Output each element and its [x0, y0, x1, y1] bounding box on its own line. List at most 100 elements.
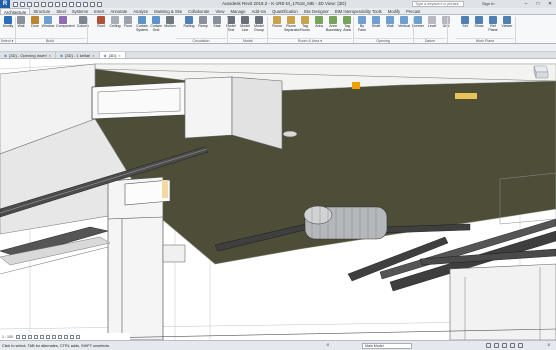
view-scale[interactable]: 1 : 100 — [2, 335, 13, 339]
ribbon-group-label[interactable]: Room & Area ▾ — [268, 38, 352, 43]
tool-tag-area[interactable]: Tag Area — [340, 16, 354, 32]
sign-in-button[interactable]: Sign In — [482, 1, 494, 6]
document-tab[interactable]: ◈ {3D} - Opening Insert × — [0, 52, 56, 58]
tool-railing[interactable]: Railing — [182, 16, 196, 28]
lock-view-icon[interactable] — [58, 334, 62, 339]
select-links-icon[interactable] — [486, 343, 491, 348]
tool-roof[interactable]: Roof — [94, 16, 108, 28]
tab-bim-interoperability-tools[interactable]: BIM Interoperability Tools — [332, 8, 385, 14]
tool-wall[interactable]: Wall — [14, 16, 28, 28]
close-tab-icon[interactable]: × — [92, 52, 94, 59]
tab-quantification[interactable]: Quantification — [269, 8, 301, 14]
tool-stair[interactable]: Stair — [210, 16, 224, 28]
drag-elements-icon[interactable] — [518, 343, 523, 348]
select-underlay-icon[interactable] — [494, 343, 499, 348]
render-icon[interactable] — [40, 334, 44, 339]
ribbon-group-label[interactable]: Select ▾ — [0, 38, 14, 43]
tab-insert[interactable]: Insert — [91, 8, 107, 14]
worksharing-display-icon[interactable] — [76, 334, 80, 339]
duct-opening[interactable] — [91, 81, 186, 120]
tool-vertical[interactable]: Vertical — [397, 16, 411, 28]
tool-by-face[interactable]: By Face — [355, 16, 369, 32]
tool-room-separator[interactable]: Room Separator — [284, 16, 300, 32]
tool-tag-room[interactable]: Tag Room — [298, 16, 312, 32]
tool-component[interactable]: Component — [56, 16, 75, 28]
measure-icon[interactable] — [55, 1, 60, 7]
close-tab-icon[interactable]: × — [49, 52, 51, 59]
close-button[interactable]: ✕ — [544, 0, 556, 8]
tool-mullion[interactable]: Mullion — [163, 16, 177, 28]
sun-path-icon[interactable] — [28, 334, 32, 339]
show-crop-icon[interactable] — [52, 334, 56, 339]
tab-massing-site[interactable]: Massing & Site — [151, 8, 185, 14]
tab-manage[interactable]: Manage — [227, 8, 248, 14]
tool-room[interactable]: Room — [270, 16, 284, 28]
tool-model-line[interactable]: Model Line — [238, 16, 252, 32]
document-tab[interactable]: ◈ {3D} × — [99, 52, 126, 59]
tab-site-designer[interactable]: Site Designer — [301, 8, 332, 14]
save-icon[interactable] — [20, 1, 25, 7]
tool-ceiling[interactable]: Ceiling — [108, 16, 122, 28]
3d-model-view[interactable] — [0, 59, 556, 340]
central-beam[interactable] — [184, 76, 233, 139]
tool-area[interactable]: Area — [312, 16, 326, 28]
section-icon[interactable] — [83, 1, 88, 7]
crop-view-icon[interactable] — [46, 334, 50, 339]
tool-model-group[interactable]: Model Group — [252, 16, 266, 32]
search-input[interactable]: Type a keyword or phrase — [412, 1, 464, 7]
select-pinned-icon[interactable] — [502, 343, 507, 348]
tab-annotate[interactable]: Annotate — [107, 8, 130, 14]
tool-grid[interactable]: Grid — [439, 16, 453, 28]
tab-structure[interactable]: Structure — [30, 8, 53, 14]
tool-viewer[interactable]: Viewer — [500, 16, 514, 28]
design-option-select[interactable]: Main Model — [362, 343, 412, 349]
undo-icon[interactable] — [34, 1, 39, 7]
tool-area-boundary[interactable]: Area Boundary — [326, 16, 341, 32]
tool-door[interactable]: Door — [28, 16, 42, 28]
tab-view[interactable]: View — [212, 8, 227, 14]
thin-lines-icon[interactable] — [90, 1, 95, 7]
tab-architecture[interactable]: Architecture — [0, 8, 31, 15]
silencer-unit[interactable] — [303, 205, 388, 240]
tool-floor[interactable]: Floor — [121, 16, 135, 28]
shadows-icon[interactable] — [34, 334, 38, 339]
minimize-button[interactable]: – — [520, 0, 532, 8]
tab-collaborate[interactable]: Collaborate — [185, 8, 212, 14]
tab-add-ins[interactable]: Add-Ins — [249, 8, 269, 14]
tool-level[interactable]: Level — [425, 16, 439, 28]
select-by-face-icon[interactable] — [510, 343, 515, 348]
close-hidden-icon[interactable] — [97, 1, 102, 7]
tool-modify[interactable]: Modify — [1, 16, 15, 28]
tool-curtain-system[interactable]: Curtain System — [135, 16, 149, 32]
filter-count[interactable]: :0 — [547, 343, 550, 347]
tool-wall[interactable]: Wall — [383, 16, 397, 28]
sync-icon[interactable] — [27, 1, 32, 7]
reveal-hidden-icon[interactable] — [70, 334, 74, 339]
viewcube[interactable] — [528, 62, 552, 80]
tool-show[interactable]: Show — [472, 16, 486, 28]
temporary-hide-icon[interactable] — [64, 334, 68, 339]
dimension-icon[interactable] — [62, 1, 67, 7]
3d-viewport[interactable] — [0, 59, 556, 340]
tool-shaft[interactable]: Shaft — [369, 16, 383, 28]
tab-modify[interactable]: Modify — [385, 8, 403, 14]
document-tab[interactable]: ◈ {3D} - 1 kellari × — [56, 52, 100, 58]
tab-analyze[interactable]: Analyze — [130, 8, 151, 14]
3d-view-icon[interactable] — [76, 1, 81, 7]
tool-set[interactable]: Set — [458, 16, 472, 28]
tool-ramp[interactable]: Ramp — [196, 16, 210, 28]
redo-icon[interactable] — [41, 1, 46, 7]
tag-icon[interactable] — [69, 1, 74, 7]
visual-style-icon[interactable] — [22, 334, 26, 339]
open-icon[interactable] — [13, 1, 18, 7]
close-tab-icon[interactable]: × — [118, 52, 120, 59]
revit-app-button[interactable]: R — [0, 0, 10, 8]
fixture[interactable] — [282, 130, 298, 138]
maximize-button[interactable]: □ — [532, 0, 544, 8]
tab-systems[interactable]: Systems — [69, 8, 91, 14]
tab-steel[interactable]: Steel — [53, 8, 69, 14]
tool-window[interactable]: Window — [41, 16, 55, 28]
print-icon[interactable] — [48, 1, 53, 7]
tab-precast[interactable]: Precast — [403, 8, 423, 14]
tool-curtain-grid[interactable]: Curtain Grid — [149, 16, 163, 32]
